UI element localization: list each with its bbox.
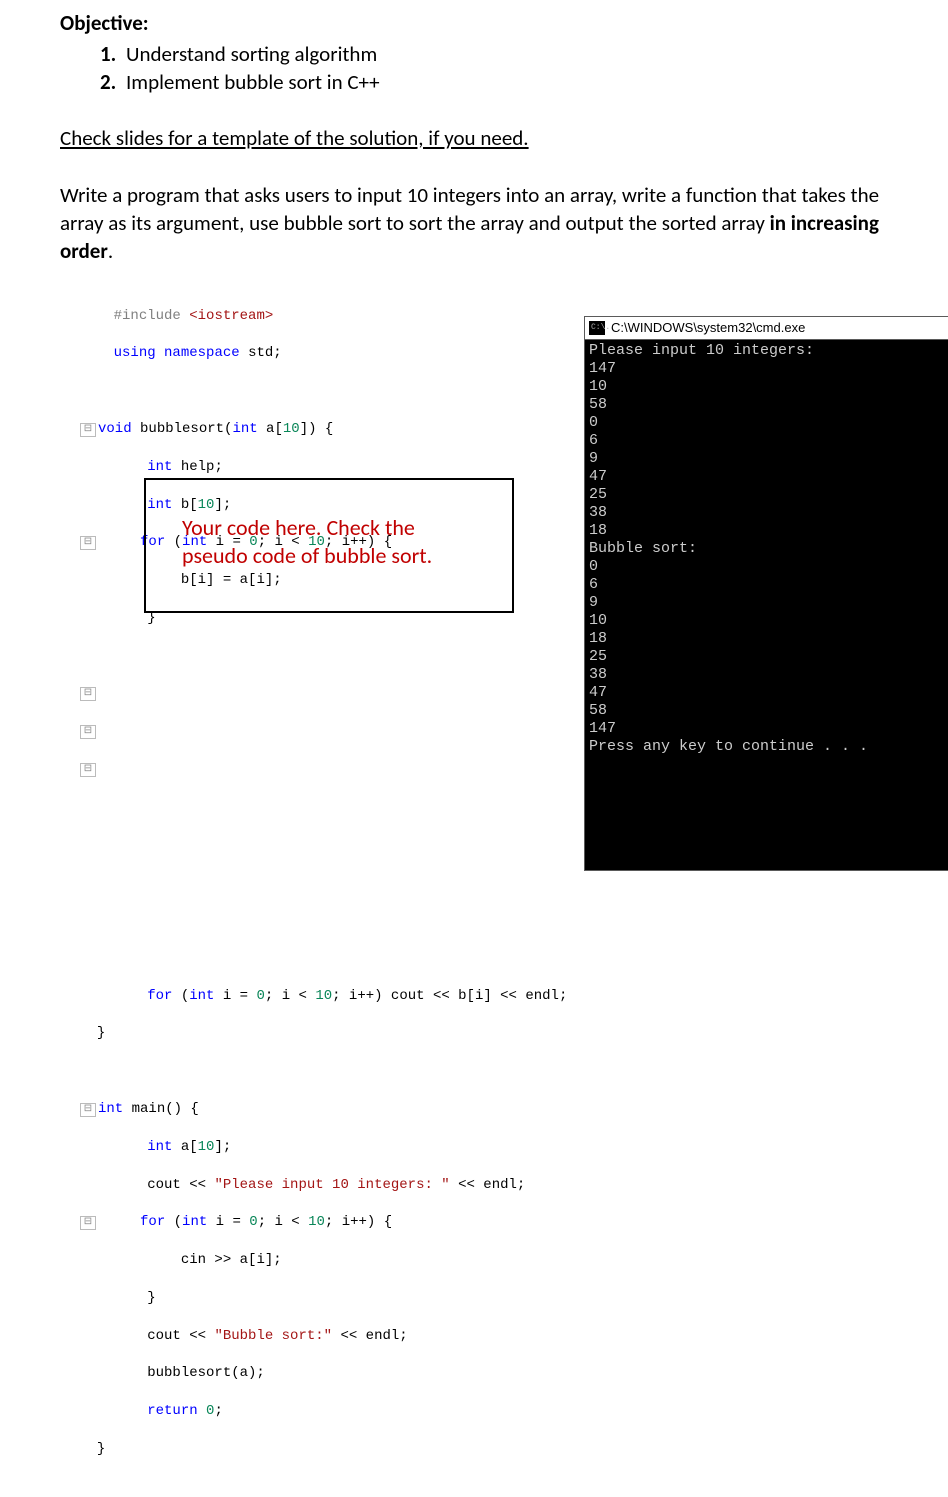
code-line	[80, 382, 600, 401]
console-title: C:\WINDOWS\system32\cmd.exe	[611, 320, 805, 335]
code-line: }	[80, 1440, 600, 1459]
objective-heading: Objective:	[60, 10, 888, 36]
code-line	[80, 798, 600, 817]
console-line: 47	[589, 684, 948, 702]
code-editor: #include <iostream> using namespace std;…	[80, 288, 600, 1497]
list-number: 2.	[100, 68, 126, 96]
list-item: 1. Understand sorting algorithm	[100, 40, 888, 68]
console-line: 38	[589, 504, 948, 522]
slides-note: Check slides for a template of the solut…	[60, 125, 888, 151]
code-line: int a[10];	[80, 1138, 600, 1157]
code-line	[80, 949, 600, 968]
console-line: 58	[589, 702, 948, 720]
console-line: 38	[589, 666, 948, 684]
console-line: 9	[589, 450, 948, 468]
console-line: Press any key to continue . . .	[589, 738, 948, 756]
code-line: cin >> a[i];	[80, 1251, 600, 1270]
code-line: ⊟	[80, 684, 600, 703]
callout-line: Your code here. Check the	[182, 514, 492, 543]
code-line: bubblesort(a);	[80, 1364, 600, 1383]
code-line: int help;	[80, 458, 600, 477]
code-line: cout << "Please input 10 integers: " << …	[80, 1176, 600, 1195]
callout-line: pseudo code of bubble sort.	[182, 542, 492, 571]
fold-icon: ⊟	[80, 1216, 96, 1230]
code-line	[80, 647, 600, 666]
console-line: 9	[589, 594, 948, 612]
fold-icon: ⊟	[80, 423, 96, 437]
console-line: 58	[589, 396, 948, 414]
list-number: 1.	[100, 40, 126, 68]
figure-area: #include <iostream> using namespace std;…	[80, 288, 888, 888]
console-line: 10	[589, 612, 948, 630]
console-line: 18	[589, 522, 948, 540]
list-text: Understand sorting algorithm	[126, 40, 377, 68]
fold-icon: ⊟	[80, 687, 96, 701]
console-line: 6	[589, 432, 948, 450]
console-line: 147	[589, 360, 948, 378]
list-item: 2. Implement bubble sort in C++	[100, 68, 888, 96]
console-line: 47	[589, 468, 948, 486]
body-part1: Write a program that asks users to input…	[60, 182, 879, 236]
code-placeholder-callout: Your code here. Check the pseudo code of…	[144, 478, 514, 613]
console-line: 18	[589, 630, 948, 648]
code-line: cout << "Bubble sort:" << endl;	[80, 1327, 600, 1346]
console-line: Please input 10 integers:	[589, 342, 948, 360]
console-body: Please input 10 integers: 147 10 58 0 6 …	[585, 340, 948, 758]
fold-icon: ⊟	[80, 536, 96, 550]
code-line	[80, 836, 600, 855]
body-part2: .	[108, 238, 113, 264]
fold-icon: ⊟	[80, 763, 96, 777]
code-line: #include <iostream>	[80, 307, 600, 326]
code-line: }	[80, 1024, 600, 1043]
objective-list: 1. Understand sorting algorithm 2. Imple…	[100, 40, 888, 97]
console-line: 25	[589, 648, 948, 666]
code-line	[80, 873, 600, 892]
code-line: ⊟void bubblesort(int a[10]) {	[80, 420, 600, 439]
code-line: ⊟	[80, 760, 600, 779]
console-line: 6	[589, 576, 948, 594]
code-line: ⊟int main() {	[80, 1100, 600, 1119]
console-titlebar: C:\. C:\WINDOWS\system32\cmd.exe	[585, 317, 948, 340]
fold-icon: ⊟	[80, 1103, 96, 1117]
console-window: C:\. C:\WINDOWS\system32\cmd.exe Please …	[584, 316, 948, 871]
console-line: 147	[589, 720, 948, 738]
code-line: using namespace std;	[80, 344, 600, 363]
cmd-icon: C:\.	[589, 321, 605, 335]
code-line	[80, 1062, 600, 1081]
console-line: 25	[589, 486, 948, 504]
code-line: return 0;	[80, 1402, 600, 1421]
code-line	[80, 911, 600, 930]
code-line: for (int i = 0; i < 10; i++) cout << b[i…	[80, 987, 600, 1006]
code-line: ⊟	[80, 722, 600, 741]
assignment-text: Write a program that asks users to input…	[60, 181, 888, 266]
console-line: Bubble sort:	[589, 540, 948, 558]
list-text: Implement bubble sort in C++	[126, 68, 380, 96]
console-line: 0	[589, 558, 948, 576]
console-line: 10	[589, 378, 948, 396]
code-line: ⊟ for (int i = 0; i < 10; i++) {	[80, 1213, 600, 1232]
code-line: }	[80, 1289, 600, 1308]
fold-icon: ⊟	[80, 725, 96, 739]
console-line: 0	[589, 414, 948, 432]
